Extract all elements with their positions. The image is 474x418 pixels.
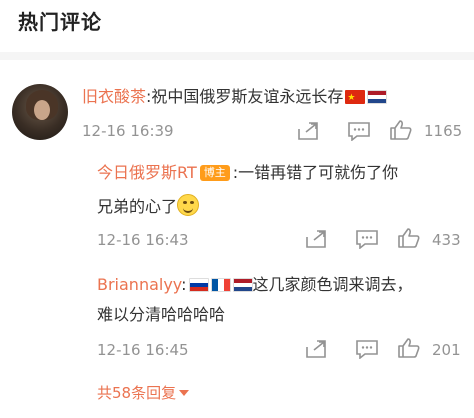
section-divider [0, 52, 474, 60]
like-count: 201 [432, 341, 461, 359]
reply-username[interactable]: Briannalyy [97, 275, 181, 294]
nl-flag-icon [367, 90, 388, 104]
more-replies-link[interactable]: 共58条回复 [97, 382, 190, 403]
reply-body-line2: 难以分清哈哈哈哈 [97, 304, 225, 326]
reply-text-line2: 难以分清哈哈哈哈 [97, 305, 226, 324]
comment-text: 祝中国俄罗斯友谊永远长存 [151, 87, 344, 106]
reply-text-line2: 兄弟的心了 [97, 197, 178, 216]
main-comment-body: 旧衣酸茶:祝中国俄罗斯友谊永远长存 [82, 86, 388, 108]
thumbs-up-icon[interactable] [388, 118, 414, 142]
share-icon[interactable] [304, 338, 328, 360]
share-icon[interactable] [296, 120, 320, 142]
author-badge: 博主 [199, 165, 230, 181]
fr-flag-icon [210, 278, 231, 292]
reply-body-line1: 今日俄罗斯RT 博主:一错再错了可就伤了你 [97, 162, 398, 184]
comment-time: 12-16 16:39 [82, 122, 174, 140]
reply-text-line1: 这几家颜色调来调去， [252, 275, 413, 294]
comment-icon[interactable] [354, 338, 380, 360]
comment-icon[interactable] [346, 120, 372, 142]
avatar[interactable] [12, 84, 68, 140]
share-icon[interactable] [304, 228, 328, 250]
comment-username[interactable]: 旧衣酸茶 [82, 87, 146, 106]
thumbs-up-icon[interactable] [396, 336, 422, 360]
thumbs-up-icon[interactable] [396, 226, 422, 250]
like-count: 433 [432, 231, 461, 249]
nl-flag-icon [232, 278, 253, 292]
reply-text-line1: 一错再错了可就伤了你 [238, 163, 399, 182]
reply-body-line1: Briannalyy: 这几家颜色调来调去， [97, 274, 413, 296]
more-replies-label: 共58条回复 [97, 384, 177, 402]
section-title: 热门评论 [18, 10, 102, 34]
like-count: 1165 [424, 122, 463, 140]
smile-emoji-icon [177, 194, 200, 216]
comment-icon[interactable] [354, 228, 380, 250]
reply-time: 12-16 16:43 [97, 231, 189, 249]
reply-time: 12-16 16:45 [97, 341, 189, 359]
cn-flag-icon [345, 90, 366, 104]
reply-username[interactable]: 今日俄罗斯RT [97, 163, 197, 182]
reply-body-line2: 兄弟的心了 [97, 194, 200, 218]
reply-colon: : [181, 275, 187, 294]
chevron-down-icon [179, 390, 190, 396]
ru-flag-icon [188, 278, 209, 292]
